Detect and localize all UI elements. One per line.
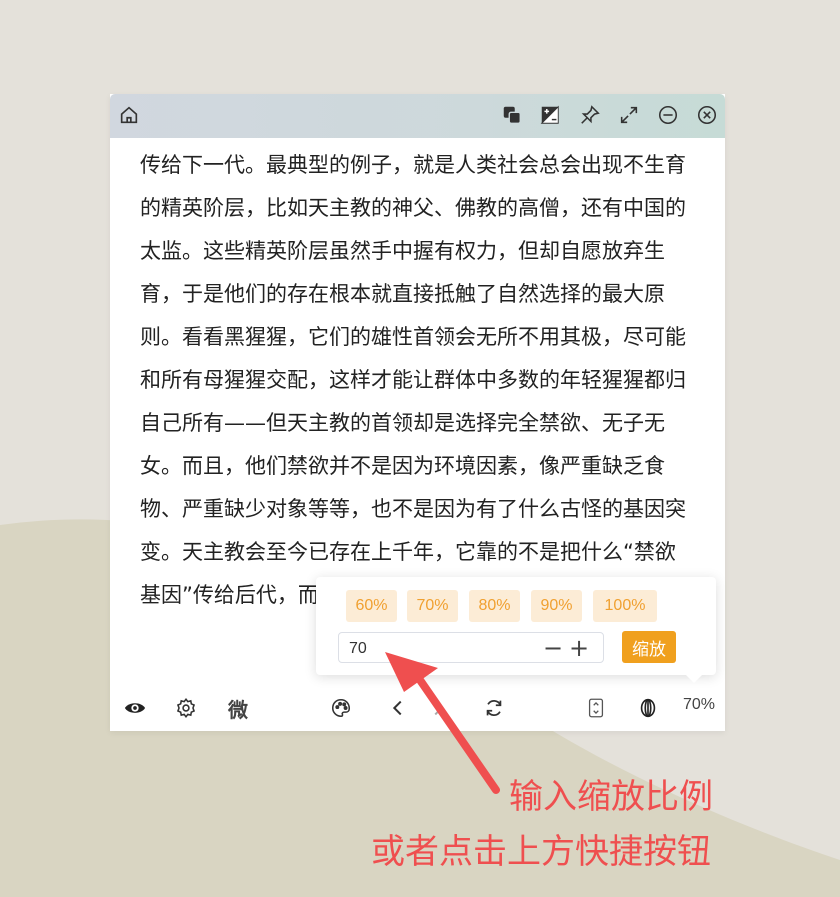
chevron-right-icon[interactable] bbox=[424, 694, 452, 722]
bottom-toolbar: 微 bbox=[110, 684, 725, 731]
popover-arrow bbox=[686, 675, 702, 683]
gear-icon[interactable] bbox=[172, 694, 200, 722]
eye-icon[interactable] bbox=[121, 694, 149, 722]
copy-icon[interactable] bbox=[498, 101, 526, 129]
zoom-decrease-button[interactable]: − bbox=[541, 636, 565, 660]
preset-100-button[interactable]: 100% bbox=[593, 590, 657, 622]
home-icon[interactable] bbox=[115, 101, 143, 129]
preset-90-button[interactable]: 90% bbox=[531, 590, 582, 622]
annotation-line-1: 输入缩放比例 bbox=[509, 777, 713, 817]
refresh-icon[interactable] bbox=[480, 694, 508, 722]
weibo-button[interactable]: 微 bbox=[224, 694, 252, 722]
minimize-icon[interactable] bbox=[654, 101, 682, 129]
zoom-popover: 60% 70% 80% 90% 100% − + 缩放 bbox=[316, 577, 716, 683]
article-text: 传给下一代。最典型的例子，就是人类社会总会出现不生育的精英阶层，比如天主教的神父… bbox=[140, 153, 693, 607]
close-icon[interactable] bbox=[693, 101, 721, 129]
zoom-apply-button[interactable]: 缩放 bbox=[622, 631, 676, 663]
pin-icon[interactable] bbox=[576, 101, 604, 129]
zoom-input-group: − + bbox=[338, 632, 604, 663]
preset-80-button[interactable]: 80% bbox=[469, 590, 520, 622]
preset-60-button[interactable]: 60% bbox=[346, 590, 397, 622]
zoom-level-label[interactable]: 70% bbox=[683, 696, 715, 714]
zoom-icon[interactable] bbox=[634, 694, 662, 722]
scroll-icon[interactable] bbox=[582, 694, 610, 722]
title-bar bbox=[110, 94, 725, 138]
zoom-increase-button[interactable]: + bbox=[567, 636, 591, 660]
zoom-input[interactable] bbox=[347, 637, 531, 661]
palette-icon[interactable] bbox=[327, 694, 355, 722]
preset-70-button[interactable]: 70% bbox=[407, 590, 458, 622]
contrast-icon[interactable] bbox=[536, 101, 564, 129]
expand-icon[interactable] bbox=[615, 101, 643, 129]
annotation-line-2: 或者点击上方快捷按钮 bbox=[371, 832, 711, 872]
chevron-left-icon[interactable] bbox=[384, 694, 412, 722]
